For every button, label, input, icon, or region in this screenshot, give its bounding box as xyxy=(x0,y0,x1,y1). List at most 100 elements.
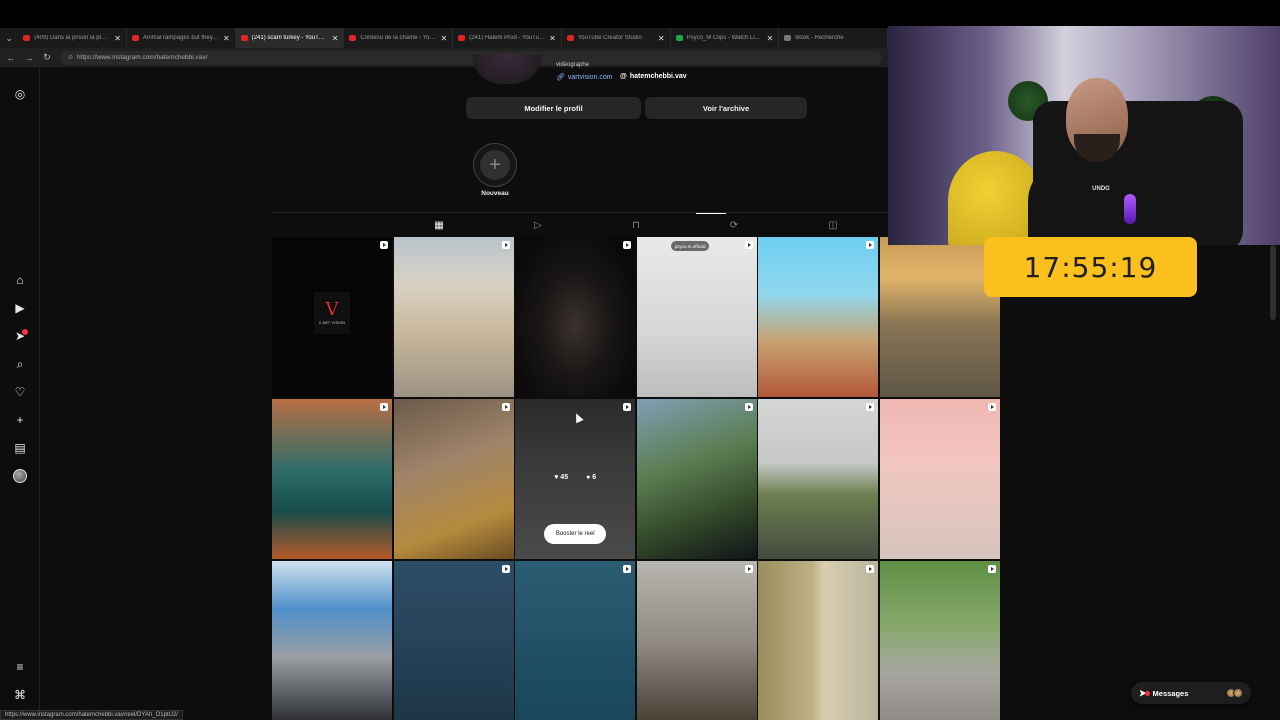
notification-badge xyxy=(22,329,28,335)
messages-button[interactable]: ➤ Messages xyxy=(1131,682,1251,704)
reel-icon xyxy=(501,565,510,573)
grid-post[interactable] xyxy=(636,399,757,559)
browser-tab[interactable]: (241) Hatem Prod - YouTube ✕ xyxy=(453,28,562,48)
home-icon[interactable]: ⌂ xyxy=(10,270,30,290)
tab-reposts-icon[interactable]: ⟳ xyxy=(727,219,741,233)
dashboard-icon[interactable]: ▤ xyxy=(10,438,30,458)
search-icon xyxy=(784,35,792,41)
active-tab-indicator xyxy=(696,213,726,214)
url-field[interactable]: ⊜ https://www.instagram.com/hatemchebbi.… xyxy=(60,50,882,65)
search-icon[interactable]: ⌕ xyxy=(10,354,30,374)
grid-post[interactable] xyxy=(879,399,1000,559)
messages-avatars xyxy=(1226,688,1243,698)
avatar xyxy=(1233,688,1243,698)
browser-tab[interactable]: tiktok - Recherche xyxy=(779,28,889,48)
reel-icon xyxy=(380,241,388,249)
grid-post[interactable] xyxy=(636,561,757,720)
create-plus-icon[interactable]: + xyxy=(10,410,30,430)
grid-post[interactable] xyxy=(879,561,1000,720)
view-archive-button[interactable]: Voir l'archive xyxy=(645,97,807,119)
address-bar: ← → ↻ ⊜ https://www.instagram.com/hatemc… xyxy=(0,48,888,68)
instagram-logo-icon[interactable]: ◎ xyxy=(10,84,30,104)
grid-post[interactable] xyxy=(758,237,879,397)
hover-stats: ♥ 45 ● 6 xyxy=(515,474,635,481)
vart-vision-logo: V V ART VISION xyxy=(314,292,350,334)
close-icon[interactable]: ✕ xyxy=(658,34,665,43)
new-highlight-button[interactable]: + xyxy=(473,143,517,187)
logo-mark: V xyxy=(325,299,339,320)
site-info-icon[interactable]: ⊜ xyxy=(68,54,73,61)
grid-post[interactable] xyxy=(393,237,514,397)
messages-badge xyxy=(1144,690,1150,696)
boost-reel-button[interactable]: Booster le reel xyxy=(544,524,607,544)
browser-tab[interactable]: Animal rampages but they get i...✕ xyxy=(127,28,236,48)
likes-count: ♥ 45 xyxy=(554,474,569,481)
tab-reels-icon[interactable]: ▷ xyxy=(531,219,545,233)
close-icon[interactable]: ✕ xyxy=(332,34,339,43)
tab-tagged-icon[interactable]: ◫ xyxy=(826,219,840,233)
reel-icon xyxy=(866,241,875,249)
close-icon[interactable]: ✕ xyxy=(767,34,774,43)
instagram-sidebar: ◎ ⌂ ▶ ➤ ⌕ ♡ + ▤ ≡ ⌘ xyxy=(0,68,40,720)
collab-tag: psyco.m.official xyxy=(670,241,710,251)
reel-icon xyxy=(623,403,632,411)
youtube-icon xyxy=(23,35,31,41)
grid-post[interactable]: psyco.m.official xyxy=(636,237,757,397)
direct-messages-icon[interactable]: ➤ xyxy=(10,326,30,346)
browser-tab[interactable]: (409) Dans la prison la plus sus...✕ xyxy=(18,28,127,48)
tab-posts-grid-icon[interactable]: ▦ xyxy=(432,219,446,233)
grid-post[interactable]: V V ART VISION xyxy=(272,237,392,397)
youtube-icon xyxy=(131,35,139,41)
edit-profile-button[interactable]: Modifier le profil xyxy=(466,97,641,119)
close-icon[interactable]: ✕ xyxy=(223,34,230,43)
grid-post[interactable] xyxy=(515,561,636,720)
back-icon[interactable]: ← xyxy=(6,53,16,63)
reels-icon[interactable]: ▶ xyxy=(10,298,30,318)
messages-label: Messages xyxy=(1152,688,1189,698)
grid-post[interactable] xyxy=(879,237,1000,397)
threads-icon[interactable]: ⌘ xyxy=(10,685,30,705)
browser-tab[interactable]: Psyco_M Clips - Watch Live on I...✕ xyxy=(671,28,780,48)
new-highlight-label: Nouveau xyxy=(481,190,509,197)
scrollbar-thumb[interactable] xyxy=(1270,245,1276,320)
grid-post[interactable] xyxy=(272,561,392,720)
grid-post[interactable] xyxy=(758,561,879,720)
tab-list-button[interactable]: ⌄ xyxy=(0,28,18,48)
grid-post[interactable] xyxy=(515,237,636,397)
notifications-heart-icon[interactable]: ♡ xyxy=(10,382,30,402)
close-icon[interactable]: ✕ xyxy=(549,34,556,43)
threads-icon: @ xyxy=(620,73,627,80)
browser-tab-active[interactable]: (241) scam turkey - YouTube ✕ xyxy=(235,28,345,48)
link-icon: 🔗︎ xyxy=(556,74,565,81)
tab-saved-icon[interactable]: ⊓ xyxy=(629,219,643,233)
reel-icon xyxy=(744,241,753,249)
website-link[interactable]: 🔗︎ vartvision.com xyxy=(556,73,613,82)
microphone xyxy=(1124,194,1136,224)
messages-icon: ➤ xyxy=(1139,688,1150,699)
reload-icon[interactable]: ↻ xyxy=(42,52,52,63)
profile-bio: vidéographe xyxy=(556,62,590,68)
reel-icon xyxy=(501,403,510,411)
comments-count: ● 6 xyxy=(586,474,597,481)
reel-icon xyxy=(987,403,996,411)
grid-post[interactable] xyxy=(393,561,514,720)
browser-tab-bar: ⌄ (409) Dans la prison la plus sus...✕ A… xyxy=(0,28,889,48)
threads-link[interactable]: @ hatemchebbi.vav xyxy=(620,73,687,80)
grid-post[interactable] xyxy=(758,399,879,559)
browser-tab[interactable]: YouTube Creator Studio ✕ xyxy=(562,28,671,48)
forward-icon[interactable]: → xyxy=(24,53,34,63)
close-icon[interactable]: ✕ xyxy=(440,34,447,43)
grid-post[interactable] xyxy=(272,399,392,559)
close-icon[interactable]: ✕ xyxy=(114,34,121,43)
browser-tab[interactable]: Contenu de la chaîne - YouTub...✕ xyxy=(344,28,454,48)
profile-avatar[interactable] xyxy=(10,466,30,486)
kick-icon xyxy=(675,35,683,41)
youtube-icon xyxy=(349,35,357,41)
stream-timer: 17:55:19 xyxy=(984,237,1197,297)
status-bar-url: https://www.instagram.com/hatemchebbi.va… xyxy=(0,710,183,720)
streamer-body xyxy=(1028,161,1178,245)
webcam-overlay: UNDG xyxy=(888,26,1280,245)
reel-icon xyxy=(744,565,753,573)
grid-post[interactable] xyxy=(393,399,514,559)
menu-icon[interactable]: ≡ xyxy=(10,657,30,677)
